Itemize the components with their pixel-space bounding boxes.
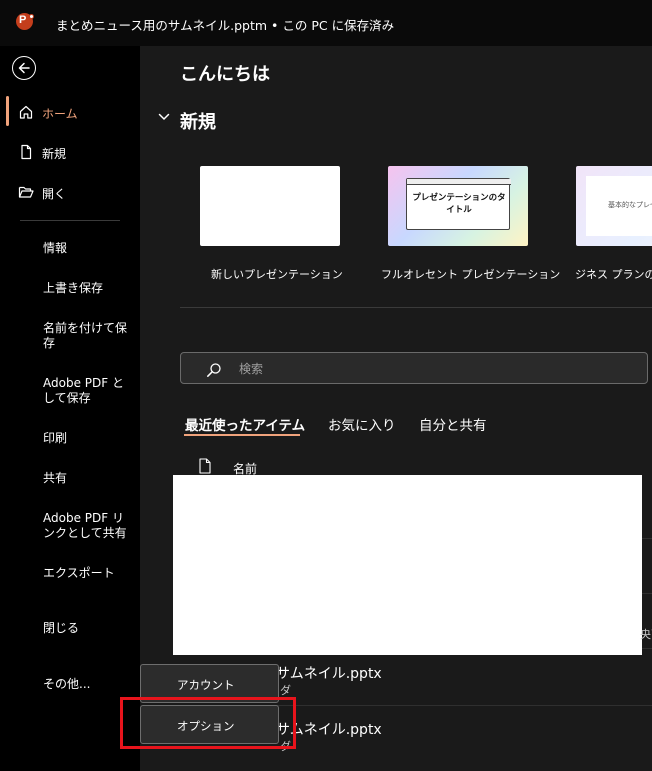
- tab-favorites[interactable]: お気に入り: [328, 414, 396, 434]
- file-location-partial: 央面: [640, 628, 652, 641]
- back-button[interactable]: [12, 56, 36, 80]
- template-caption: ビジネス プランのプ: [576, 268, 652, 281]
- recent-file-location: ダ: [280, 684, 291, 697]
- template-caption: 新しいプレゼンテーション: [211, 268, 343, 281]
- sidebar-item-save-as-pdf[interactable]: Adobe PDF として保存: [43, 376, 128, 406]
- folder-open-icon: [18, 186, 34, 198]
- sidebar-item-save-as[interactable]: 名前を付けて保存: [43, 321, 128, 351]
- tab-recent[interactable]: 最近使ったアイテム: [185, 414, 305, 434]
- sidebar-divider: [20, 220, 120, 221]
- new-file-icon: [21, 144, 32, 160]
- home-icon: [19, 105, 33, 119]
- backstage-sidebar: ホーム 新規 開く 情報 上書き保存 名前を付けて保存 Adobe PDF とし…: [0, 46, 140, 771]
- template-thumbnail[interactable]: プレゼンテーションのタイトル: [388, 166, 528, 246]
- window-title: まとめニュース用のサムネイル.pptm • この PC に保存済み: [56, 18, 395, 33]
- sidebar-item-label: 開く: [42, 187, 67, 201]
- slide-preview: プレゼンテーションのタイトル: [406, 178, 511, 230]
- slide-window-bar: [407, 179, 511, 185]
- sidebar-item-new[interactable]: 新規: [0, 138, 140, 168]
- sidebar-item-share-pdf-link[interactable]: Adobe PDF リンクとして共有: [43, 511, 128, 541]
- template-business-plan[interactable]: 基本的なプレゼ ビジネス プランのプ: [576, 166, 652, 306]
- redacted-area: [173, 475, 642, 655]
- template-caption: フルオレセント プレゼンテーション: [381, 268, 561, 281]
- title-bar: P まとめニュース用のサムネイル.pptm • この PC に保存済み: [0, 0, 652, 46]
- sidebar-item-label: 新規: [42, 147, 67, 161]
- slide-preview: 基本的なプレゼ: [586, 176, 652, 236]
- template-thumbnail[interactable]: [200, 166, 340, 246]
- recent-file-name[interactable]: サムネイル.pptx: [276, 663, 382, 683]
- sidebar-item-home[interactable]: ホーム: [0, 98, 140, 128]
- back-arrow-icon: [18, 62, 30, 74]
- template-fluorescent-presentation[interactable]: プレゼンテーションのタイトル フルオレセント プレゼンテーション: [381, 166, 560, 281]
- sidebar-item-more[interactable]: その他...: [43, 677, 128, 692]
- tab-shared-with-me[interactable]: 自分と共有: [419, 414, 487, 434]
- slide-preview-title: プレゼンテーションのタイトル: [412, 193, 506, 215]
- sidebar-item-save[interactable]: 上書き保存: [43, 281, 128, 296]
- search-box[interactable]: [180, 352, 648, 384]
- search-icon: [207, 363, 221, 377]
- sidebar-item-open[interactable]: 開く: [0, 178, 140, 208]
- sidebar-item-close[interactable]: 閉じる: [43, 621, 128, 636]
- backstage-main: こんにちは 新規 新しいプレゼンテーション プレゼンテーションのタイトル フルオ…: [140, 46, 652, 771]
- powerpoint-icon: P: [16, 13, 34, 30]
- new-section-title: 新規: [180, 112, 216, 133]
- chevron-down-icon[interactable]: [158, 112, 170, 122]
- highlight-annotation: [120, 697, 296, 749]
- sidebar-item-export[interactable]: エクスポート: [43, 566, 128, 581]
- slide-preview-title: 基本的なプレゼ: [608, 201, 652, 209]
- search-input[interactable]: [239, 360, 619, 377]
- greeting-heading: こんにちは: [180, 64, 270, 85]
- menu-item-label: アカウント: [177, 678, 235, 692]
- sidebar-item-share[interactable]: 共有: [43, 471, 128, 486]
- section-divider: [180, 307, 652, 308]
- sidebar-item-print[interactable]: 印刷: [43, 431, 128, 446]
- template-thumbnail[interactable]: 基本的なプレゼ: [576, 166, 652, 246]
- tab-selected-underline: [184, 434, 300, 436]
- sidebar-item-info[interactable]: 情報: [43, 241, 128, 256]
- file-icon: [199, 458, 211, 474]
- template-blank-presentation[interactable]: 新しいプレゼンテーション: [200, 166, 343, 281]
- sidebar-item-label: ホーム: [42, 107, 78, 121]
